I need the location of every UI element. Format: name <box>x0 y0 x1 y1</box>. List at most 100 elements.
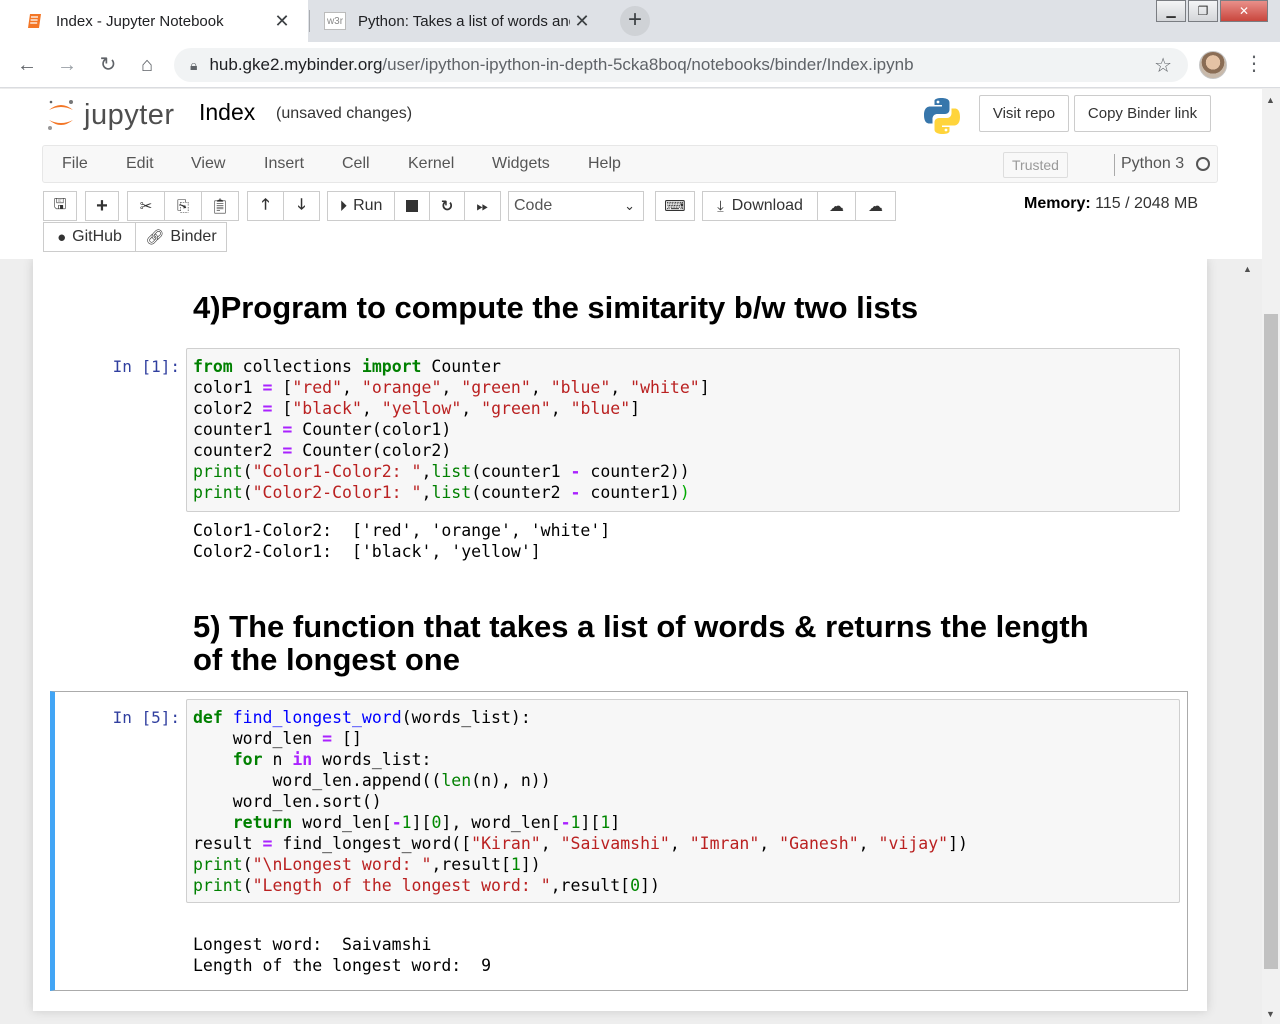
notebook-scroll-area[interactable]: 4)Program to compute the simitarity b/w … <box>0 259 1262 1024</box>
save-icon: 🖫 <box>53 195 67 213</box>
download-button[interactable]: ⤓ Download <box>702 191 818 221</box>
code-cell-5-source: def find_longest_word(words_list): word_… <box>193 708 968 895</box>
insert-cell-button[interactable]: + <box>85 191 119 221</box>
output-line: Length of the longest word: 9 <box>193 956 492 975</box>
github-label: GitHub <box>72 228 122 245</box>
output-line: Longest word: Saivamshi <box>193 935 432 954</box>
arrow-up-icon: 🡑 <box>261 195 270 213</box>
python-logo-icon <box>924 98 960 134</box>
download-icon: ⤓ <box>717 197 724 215</box>
notebook-name[interactable]: Index <box>199 99 255 126</box>
menu-kernel[interactable]: Kernel <box>408 146 454 182</box>
memory-value: 115 / 2048 MB <box>1095 195 1199 212</box>
home-icon[interactable]: ⌂ <box>134 52 160 78</box>
move-up-button[interactable]: 🡑 <box>247 191 284 221</box>
page-scrollbar[interactable]: ▲ ▼ <box>1262 89 1280 1024</box>
cloud-download-button[interactable]: ☁︎ <box>817 191 856 221</box>
menu-view[interactable]: View <box>191 146 225 182</box>
input-prompt: In [5]: <box>112 708 180 727</box>
browser-menu-icon[interactable]: ⋮ <box>1244 52 1264 76</box>
menu-file[interactable]: File <box>62 146 88 182</box>
copy-binder-link-button[interactable]: Copy Binder link <box>1074 95 1211 132</box>
scroll-down-arrow-icon[interactable]: ▼ <box>1266 1009 1275 1019</box>
new-tab-button[interactable]: + <box>620 6 650 36</box>
kernel-separator <box>1114 154 1115 176</box>
command-palette-button[interactable]: ⌨ <box>655 191 695 221</box>
tab-jupyter-index[interactable]: Index - Jupyter Notebook ✕ <box>0 0 308 42</box>
bookmark-star-icon[interactable]: ☆ <box>1154 53 1172 78</box>
binder-button[interactable]: 🔗︎ Binder <box>135 222 227 252</box>
menu-edit[interactable]: Edit <box>126 146 154 182</box>
address-bar[interactable]: 🔒︎ hub.gke2.mybinder.org/user/ipython-ip… <box>174 48 1188 82</box>
heading-5-line-2: of the longest one <box>193 642 460 677</box>
forward-arrow-icon[interactable]: → <box>54 52 80 78</box>
url-host: hub.gke2.mybinder.org <box>209 55 383 74</box>
cell-type-value: Code <box>514 197 553 214</box>
scissors-icon: ✂ <box>139 198 153 215</box>
memory-usage: Memory: 115 / 2048 MB <box>1024 195 1198 213</box>
cloud-upload-button[interactable]: ☁︎ <box>855 191 896 221</box>
reload-icon[interactable]: ↻ <box>95 52 121 78</box>
browser-toolbar: ← → ↻ ⌂ 🔒︎ hub.gke2.mybinder.org/user/ip… <box>0 42 1280 88</box>
visit-repo-button[interactable]: Visit repo <box>979 95 1069 132</box>
save-button[interactable]: 🖫 <box>43 191 77 221</box>
maximize-icon[interactable]: ❐ <box>1188 0 1218 22</box>
code-cell-5[interactable]: def find_longest_word(words_list): word_… <box>186 699 1180 903</box>
cut-button[interactable]: ✂ <box>127 191 165 221</box>
cloud-download-icon: ☁︎ <box>829 198 844 215</box>
window-controls: ▁ ❐ ✕ <box>1154 0 1268 22</box>
markdown-heading-5: 5) The function that takes a list of wor… <box>193 610 1089 676</box>
menu-help[interactable]: Help <box>588 146 621 182</box>
step-forward-icon: ⏵︎ <box>339 197 348 215</box>
download-label: Download <box>731 197 803 214</box>
scrollbar-thumb[interactable] <box>1264 314 1278 969</box>
copy-icon: ⎘ <box>176 197 189 215</box>
copy-button[interactable]: ⎘ <box>164 191 202 221</box>
markdown-heading-4: 4)Program to compute the simitarity b/w … <box>193 290 919 325</box>
restart-icon: ↻ <box>440 198 454 215</box>
jupyter-logo-text: jupyter <box>84 98 175 131</box>
close-window-icon[interactable]: ✕ <box>1220 0 1268 22</box>
menu-widgets[interactable]: Widgets <box>492 146 550 182</box>
plus-icon: + <box>96 194 108 217</box>
profile-avatar[interactable] <box>1199 51 1227 79</box>
menubar: File Edit View Insert Cell Kernel Widget… <box>42 145 1218 183</box>
paste-button[interactable]: 📋︎ <box>201 191 239 221</box>
github-icon: ● <box>57 228 67 246</box>
stop-icon <box>406 200 418 212</box>
move-down-button[interactable]: 🡓 <box>283 191 320 221</box>
close-tab-icon[interactable]: ✕ <box>570 11 594 32</box>
menu-insert[interactable]: Insert <box>264 146 304 182</box>
back-arrow-icon[interactable]: ← <box>14 52 40 78</box>
cell-1-output: Color1-Color2: ['red', 'orange', 'white'… <box>193 520 610 562</box>
fast-forward-icon: ⏩︎ <box>476 197 489 215</box>
jupyter-header: jupyter Index (unsaved changes) Visit re… <box>0 89 1262 259</box>
kernel-name: Python 3 <box>1121 155 1185 172</box>
restart-run-all-button[interactable]: ⏩︎ <box>464 191 501 221</box>
menu-cell[interactable]: Cell <box>342 146 370 182</box>
output-line: Color1-Color2: ['red', 'orange', 'white'… <box>193 521 611 540</box>
run-label: Run <box>353 197 383 214</box>
lock-icon: 🔒︎ <box>190 56 198 73</box>
restart-button[interactable]: ↻ <box>429 191 465 221</box>
cell-5-output: Longest word: Saivamshi Length of the lon… <box>193 934 491 976</box>
scroll-up-arrow-icon[interactable]: ▲ <box>1243 264 1252 274</box>
run-button[interactable]: ⏵︎ Run <box>327 191 395 221</box>
jupyter-logo[interactable]: jupyter <box>46 97 175 133</box>
github-button[interactable]: ● GitHub <box>43 222 136 252</box>
input-prompt: In [1]: <box>112 357 180 376</box>
tab-title: Index - Jupyter Notebook <box>56 12 224 30</box>
trusted-indicator[interactable]: Trusted <box>1003 152 1068 178</box>
tab-w3resource[interactable]: w3r Python: Takes a list of words and ✕ <box>310 0 608 42</box>
keyboard-icon: ⌨ <box>664 198 686 215</box>
chevron-down-icon: ⌄ <box>624 198 635 213</box>
heading-5-line-1: 5) The function that takes a list of wor… <box>193 609 1089 644</box>
cell-type-select[interactable]: Code ⌄ <box>508 191 644 221</box>
minimize-icon[interactable]: ▁ <box>1156 0 1186 22</box>
code-cell-1-source: from collections import Counter color1 =… <box>193 357 710 502</box>
interrupt-button[interactable] <box>394 191 430 221</box>
scroll-up-arrow-icon[interactable]: ▲ <box>1266 95 1275 105</box>
save-status: (unsaved changes) <box>276 105 413 122</box>
code-cell-1[interactable]: from collections import Counter color1 =… <box>186 348 1180 512</box>
close-tab-icon[interactable]: ✕ <box>270 11 294 32</box>
